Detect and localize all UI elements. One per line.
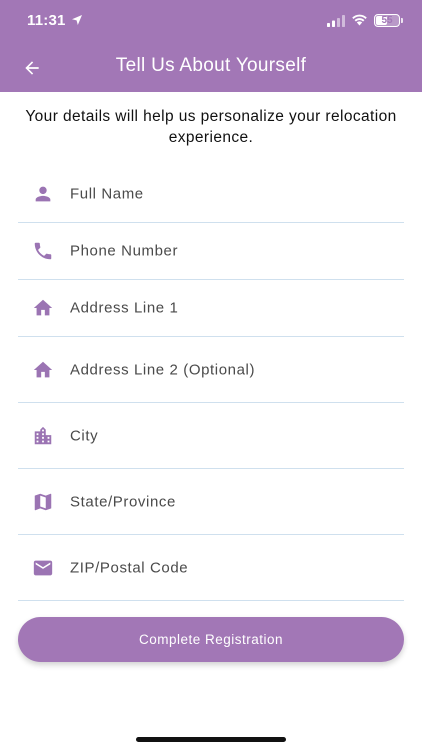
phone-number-input[interactable]	[70, 242, 396, 260]
city-input[interactable]	[70, 427, 396, 444]
address-line-1-field[interactable]	[18, 280, 404, 337]
phone-icon	[32, 240, 54, 262]
cellular-signal-icon	[327, 15, 345, 27]
page-subtitle: Your details will help us personalize yo…	[25, 108, 397, 146]
state-province-input[interactable]	[70, 493, 396, 510]
full-name-input[interactable]	[70, 185, 396, 203]
battery-icon: 55	[374, 14, 400, 27]
address-line-2-field[interactable]	[18, 337, 404, 403]
address-line-1-input[interactable]	[70, 299, 396, 317]
home-indicator	[136, 737, 286, 742]
app-header: 11:31 55 Tell Us About Yourself	[0, 0, 422, 92]
page-title: Tell Us About Yourself	[115, 55, 307, 76]
zip-postal-code-input[interactable]	[70, 559, 396, 576]
address-line-2-input[interactable]	[70, 361, 396, 378]
location-arrow-icon	[72, 15, 82, 25]
registration-screen: 11:31 55 Tell Us About Yourself Your det…	[0, 0, 422, 750]
full-name-field[interactable]	[18, 166, 404, 223]
zip-postal-code-field[interactable]	[18, 535, 404, 601]
battery-level: 55	[381, 15, 393, 26]
wifi-icon	[352, 14, 367, 26]
city-icon	[32, 425, 54, 447]
complete-registration-button[interactable]: Complete Registration	[18, 617, 404, 662]
home-icon	[32, 297, 54, 319]
status-time: 11:31	[27, 12, 66, 29]
battery-nub	[401, 18, 403, 23]
state-province-field[interactable]	[18, 469, 404, 535]
phone-number-field[interactable]	[18, 223, 404, 280]
home-icon	[32, 359, 54, 381]
city-field[interactable]	[18, 403, 404, 469]
mail-icon	[32, 557, 54, 579]
person-icon	[32, 183, 54, 205]
map-icon	[32, 491, 54, 513]
